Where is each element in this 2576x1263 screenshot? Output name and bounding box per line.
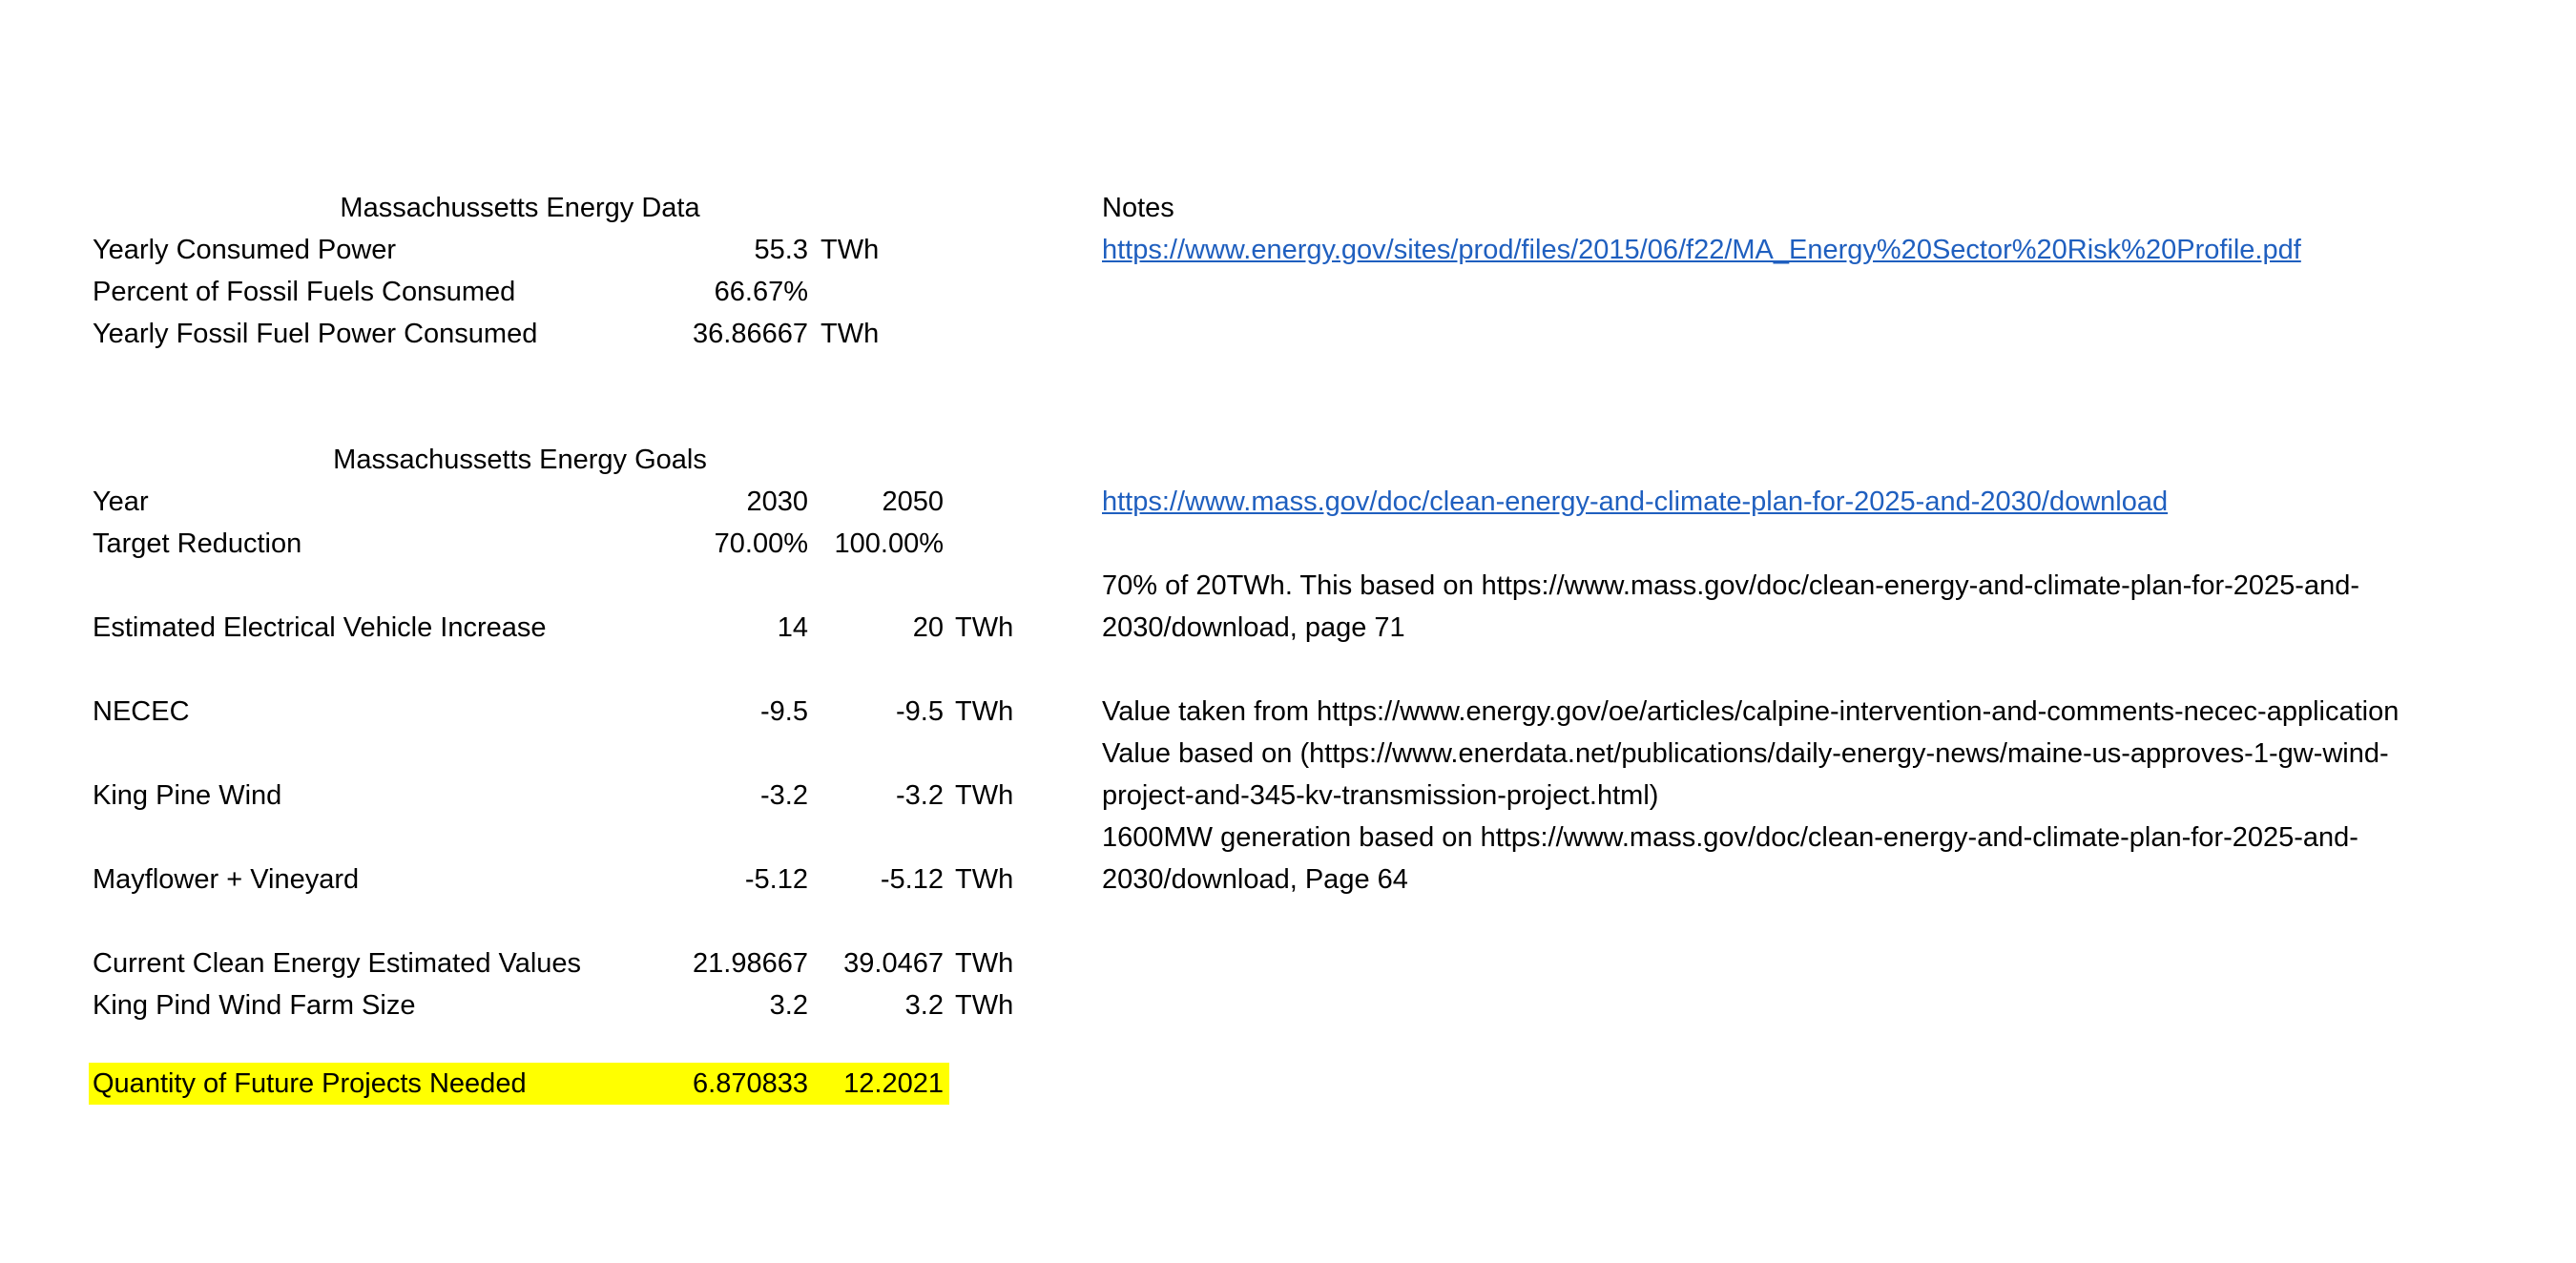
target-reduction-2030: 70.00% [714, 528, 808, 559]
ev-increase-2050: 20 [912, 612, 944, 643]
current-clean-energy-2030: 21.98667 [693, 948, 808, 979]
notes-header: Notes [1102, 193, 1174, 223]
necec-2050: -9.5 [896, 696, 944, 727]
king-pine-note-line-1: Value based on (https://www.enerdata.net… [1102, 738, 2389, 769]
mayflower-vineyard-unit: TWh [955, 864, 1014, 895]
mayflower-vineyard-label: Mayflower + Vineyard [93, 864, 360, 895]
target-reduction-label: Target Reduction [93, 528, 302, 559]
king-pine-note-line-2: project-and-345-kv-transmission-project.… [1102, 780, 1659, 811]
current-clean-energy-2050: 39.0467 [843, 948, 944, 979]
necec-note: Value taken from https://www.energy.gov/… [1102, 696, 2399, 727]
fossil-fuel-percent-label: Percent of Fossil Fuels Consumed [93, 277, 516, 307]
necec-2030: -9.5 [760, 696, 808, 727]
future-projects-label: Quantity of Future Projects Needed [93, 1068, 527, 1099]
necec-label: NECEC [93, 696, 190, 727]
current-clean-energy-label: Current Clean Energy Estimated Values [93, 948, 582, 979]
energy-data-title: Massachussetts Energy Data [340, 193, 700, 223]
ev-increase-label: Estimated Electrical Vehicle Increase [93, 612, 547, 643]
year-2030: 2030 [746, 487, 808, 517]
mayflower-note-line-1: 1600MW generation based on https://www.m… [1102, 822, 2358, 853]
future-projects-2030: 6.870833 [693, 1068, 808, 1099]
yearly-fossil-power-label: Yearly Fossil Fuel Power Consumed [93, 319, 538, 349]
yearly-consumed-power-label: Yearly Consumed Power [93, 235, 397, 265]
ev-note-line-1: 70% of 20TWh. This based on https://www.… [1102, 570, 2359, 601]
king-pind-farm-size-unit: TWh [955, 990, 1014, 1021]
energy-gov-link[interactable]: https://www.energy.gov/sites/prod/files/… [1102, 231, 2392, 269]
energy-goals-title: Massachussetts Energy Goals [333, 445, 707, 475]
king-pine-wind-label: King Pine Wind [93, 780, 282, 811]
king-pind-farm-size-2050: 3.2 [904, 990, 944, 1021]
yearly-consumed-power-value: 55.3 [754, 235, 808, 265]
king-pind-farm-size-2030: 3.2 [769, 990, 808, 1021]
yearly-fossil-power-value: 36.86667 [693, 319, 808, 349]
king-pine-wind-2050: -3.2 [896, 780, 944, 811]
target-reduction-2050: 100.00% [834, 528, 945, 559]
ev-increase-2030: 14 [777, 612, 808, 643]
current-clean-energy-unit: TWh [955, 948, 1014, 979]
king-pind-farm-size-label: King Pind Wind Farm Size [93, 990, 416, 1021]
future-projects-2050: 12.2021 [843, 1068, 944, 1099]
yearly-consumed-power-unit: TWh [821, 235, 880, 265]
fossil-fuel-percent-value: 66.67% [714, 277, 808, 307]
ev-note-line-2: 2030/download, page 71 [1102, 612, 1405, 643]
mayflower-vineyard-2050: -5.12 [880, 864, 944, 895]
year-label: Year [93, 487, 149, 517]
king-pine-wind-2030: -3.2 [760, 780, 808, 811]
necec-unit: TWh [955, 696, 1014, 727]
ev-increase-unit: TWh [955, 612, 1014, 643]
mayflower-note-line-2: 2030/download, Page 64 [1102, 864, 1408, 895]
king-pine-wind-unit: TWh [955, 780, 1014, 811]
yearly-fossil-power-unit: TWh [821, 319, 880, 349]
mass-gov-link[interactable]: https://www.mass.gov/doc/clean-energy-an… [1102, 483, 2249, 521]
mayflower-vineyard-2030: -5.12 [744, 864, 808, 895]
year-2050: 2050 [882, 487, 944, 517]
